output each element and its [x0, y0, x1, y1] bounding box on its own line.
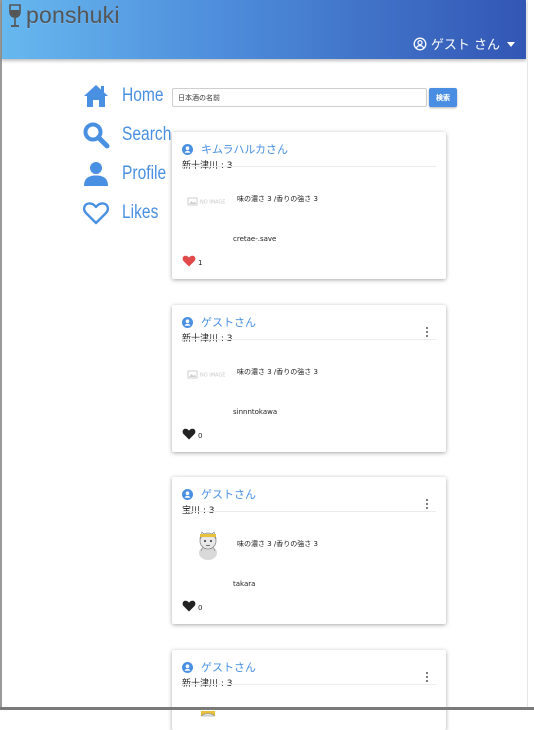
post-card: ゲストさん新十津川 : 3 — [172, 650, 446, 730]
post-author[interactable]: ゲストさん — [182, 314, 436, 330]
like-button[interactable]: 1 — [182, 254, 202, 267]
search-icon — [83, 122, 110, 148]
cat-illustration-icon — [201, 711, 215, 717]
post-author[interactable]: ゲストさん — [182, 486, 436, 502]
account-circle-icon — [182, 661, 193, 673]
more-vert-icon — [426, 327, 428, 337]
search-bar: 検索 — [172, 88, 457, 107]
post-thumbnail — [199, 702, 243, 726]
window-right-border — [527, 0, 534, 710]
nav-label-profile: Profile — [122, 162, 167, 184]
post-sake-name: 新十津川 : 3 — [182, 334, 233, 344]
nav-item-likes[interactable]: Likes — [82, 193, 182, 232]
like-button[interactable]: 0 — [182, 427, 202, 440]
nav-item-home[interactable]: Home — [82, 76, 182, 115]
post-comment: takara — [233, 580, 256, 588]
heart-icon — [182, 600, 196, 612]
sidebar-nav: Home Search Profile Likes — [82, 76, 182, 232]
like-button[interactable]: 0 — [182, 599, 202, 612]
post-sake-name: 宝川 : 3 — [182, 506, 215, 516]
user-menu-button[interactable]: ゲスト さん — [413, 34, 516, 53]
post-taste-detail: 味の濃さ 3 /香りの強さ 3 — [237, 368, 318, 376]
home-icon — [84, 84, 108, 107]
post-menu-button[interactable] — [423, 495, 431, 509]
brand-logo[interactable]: ponshuki — [8, 2, 120, 29]
no-image-label: NO IMAGE — [200, 373, 225, 379]
account-circle-icon — [182, 143, 193, 155]
window-left-border — [0, 0, 2, 710]
post-sake-name: 新十津川 : 3 — [182, 679, 233, 689]
more-vert-icon — [426, 499, 428, 509]
wine-glass-icon — [9, 3, 21, 27]
account-circle-icon — [413, 37, 427, 50]
profile-icon — [84, 161, 108, 186]
no-image-placeholder-icon: NO IMAGE — [187, 370, 225, 379]
post-comment: cretae-.save — [233, 235, 277, 243]
no-image-placeholder-icon: NO IMAGE — [187, 197, 225, 206]
app-title: ponshuki — [26, 2, 120, 28]
user-name: ゲスト さん — [430, 38, 500, 53]
post-author[interactable]: キムラハルカさん — [182, 141, 436, 157]
post-thumbnail: NO IMAGE — [187, 367, 231, 391]
sake-search-input[interactable] — [172, 88, 427, 107]
post-username: キムラハルカさん — [201, 143, 289, 156]
post-menu-button[interactable] — [423, 668, 431, 682]
post-taste-detail: 味の濃さ 3 /香りの強さ 3 — [237, 195, 318, 203]
like-count: 0 — [198, 604, 203, 612]
post-username: ゲストさん — [201, 316, 256, 329]
post-card: ゲストさん宝川 : 3 味の濃さ 3 /香りの強さ 3 takara 0 — [172, 477, 446, 624]
post-username: ゲストさん — [201, 488, 256, 501]
search-button[interactable]: 検索 — [429, 88, 457, 107]
app-header: ponshuki ゲスト さん — [2, 0, 526, 59]
nav-label-likes: Likes — [122, 201, 159, 223]
nav-label-home: Home — [122, 84, 164, 106]
post-divider — [182, 339, 436, 340]
post-sake-name: 新十津川 : 3 — [182, 161, 233, 171]
post-comment: sinnntokawa — [233, 408, 278, 416]
post-author[interactable]: ゲストさん — [182, 659, 436, 675]
post-thumbnail: NO IMAGE — [187, 194, 231, 218]
account-circle-icon — [182, 488, 193, 500]
post-card: ゲストさん新十津川 : 3 NO IMAGE 味の濃さ 3 /香りの強さ 3 sinn… — [172, 305, 446, 452]
post-username: ゲストさん — [201, 661, 256, 674]
post-taste-detail: 味の濃さ 3 /香りの強さ 3 — [237, 540, 318, 548]
more-vert-icon — [426, 672, 428, 682]
nav-item-search[interactable]: Search — [82, 115, 182, 154]
heart-icon — [182, 428, 196, 440]
post-menu-button[interactable] — [423, 323, 431, 337]
like-count: 0 — [198, 432, 203, 440]
post-divider — [182, 166, 436, 167]
like-count: 1 — [198, 259, 203, 267]
heart-icon — [182, 255, 196, 267]
heart-outline-icon — [82, 201, 110, 224]
nav-label-search: Search — [122, 123, 172, 145]
post-divider — [182, 684, 436, 685]
post-card: キムラハルカさん新十津川 : 3 NO IMAGE 味の濃さ 3 /香りの強さ 3 c… — [172, 132, 446, 279]
post-thumbnail — [192, 529, 236, 560]
nav-item-profile[interactable]: Profile — [82, 154, 182, 193]
cat-illustration-icon — [199, 531, 217, 560]
chevron-down-icon — [507, 41, 515, 47]
no-image-label: NO IMAGE — [200, 200, 225, 206]
post-divider — [182, 511, 436, 512]
account-circle-icon — [182, 316, 193, 328]
